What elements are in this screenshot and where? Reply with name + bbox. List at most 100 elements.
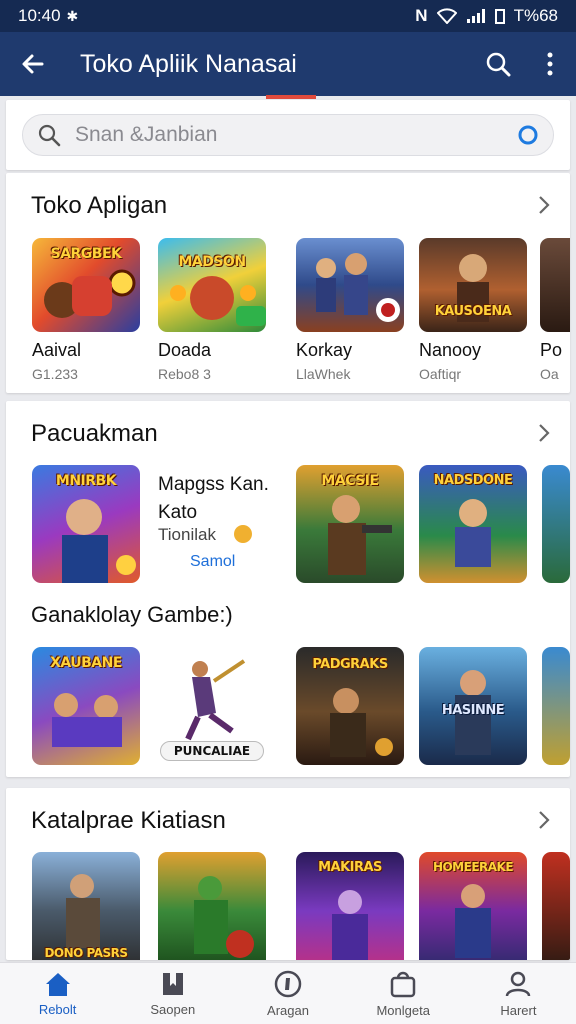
section-subtitle: Ganaklolay Gambe:) (31, 602, 233, 627)
more-options-button[interactable] (524, 32, 576, 96)
search-button[interactable] (472, 32, 524, 96)
app-thumbnail: KAUSOENA (419, 238, 527, 332)
game-art (170, 276, 266, 326)
game-art-title: HOMEERAKE (432, 860, 514, 874)
game-art-title: MNIRBK (55, 473, 117, 489)
app-item[interactable]: HOMEERAKE (419, 852, 527, 960)
app-name: Korkay (296, 340, 353, 360)
arrow-left-icon (22, 54, 44, 74)
home-icon (45, 973, 70, 996)
app-thumbnail: DONO PASRS (32, 852, 140, 960)
game-art-title: PUNCALIAE (160, 741, 264, 761)
section-title: Toko Apligan (31, 192, 168, 219)
battery-icon (494, 8, 505, 24)
game-art-title: SARGBEK (50, 246, 122, 262)
search-bar[interactable] (22, 114, 554, 156)
featured-subtitle: Tionilak (158, 525, 216, 544)
app-subtitle: Oaftiqr (419, 366, 462, 382)
chevron-right-icon[interactable] (532, 808, 556, 832)
app-item[interactable] (158, 852, 266, 960)
search-input[interactable] (61, 123, 517, 147)
app-item[interactable]: Korkay LlaWhek (296, 238, 404, 382)
app-thumbnail (296, 238, 404, 332)
page-title: Toko Apliik Nanasai (80, 49, 297, 78)
app-item[interactable]: MAKIRAS (296, 852, 404, 960)
game-art-title: DONO PASRS (44, 946, 128, 960)
nav-label: Harert (500, 1003, 537, 1018)
app-item[interactable]: MADSON Doada Rebo8 3 (158, 238, 266, 382)
app-name: Doada (158, 340, 212, 360)
app-bar: Toko Apliik Nanasai (0, 32, 576, 99)
app-thumbnail: HASINNE (419, 647, 527, 765)
app-thumbnail[interactable] (542, 647, 570, 765)
app-thumbnail: SARGBEK (32, 238, 140, 332)
wifi-icon (436, 8, 457, 24)
app-item[interactable]: SARGBEK Aaival G1.233 (32, 238, 140, 382)
app-thumbnail[interactable] (542, 465, 570, 583)
app-subtitle: LlaWhek (296, 366, 351, 382)
tab-indicator (266, 95, 316, 99)
app-name: Po (540, 340, 563, 360)
search-container (6, 100, 570, 170)
section-card: Toko Apligan SARGBEK Aaival G1.233 MADSO… (6, 173, 570, 393)
app-thumbnail: MACSIE (296, 465, 404, 583)
app-item[interactable]: NADSDONE (419, 465, 527, 583)
nav-label: Monlgeta (376, 1003, 430, 1018)
app-item[interactable]: XAUBANE (32, 647, 140, 765)
chevron-right-icon[interactable] (532, 421, 556, 445)
badge-icon (234, 525, 252, 543)
game-art (66, 874, 100, 948)
app-thumbnail: HOMEERAKE (419, 852, 527, 960)
app-thumbnail: PADGRAKS (296, 647, 404, 765)
app-thumbnail (540, 238, 570, 332)
app-thumbnail: MNIRBK (32, 465, 140, 583)
app-name: Nanooy (419, 340, 482, 360)
person-icon (506, 971, 531, 997)
app-item[interactable]: DONO PASRS (32, 852, 140, 960)
nav-item-profile[interactable]: Harert (461, 963, 576, 1024)
search-icon (38, 124, 61, 147)
app-item[interactable]: PADGRAKS (296, 647, 404, 765)
nav-item-home[interactable]: Rebolt (0, 963, 115, 1024)
app-item[interactable]: KAUSOENA Nanooy Oaftiqr (419, 238, 527, 382)
app-item[interactable]: MACSIE (296, 465, 404, 583)
back-button[interactable] (0, 32, 66, 96)
nfc-icon: N (415, 6, 428, 25)
app-thumbnail[interactable] (542, 852, 570, 960)
section-title: Katalprae Kiatiasn (31, 807, 226, 834)
app-subtitle: G1.233 (32, 366, 78, 382)
nav-item-explore[interactable]: Aragan (230, 963, 345, 1024)
nav-item-saved[interactable]: Saopen (115, 963, 230, 1024)
app-thumbnail (158, 852, 266, 960)
app-subtitle: Oa (540, 366, 559, 382)
game-art-title: KAUSOENA (434, 304, 512, 319)
app-thumbnail: PUNCALIAE (158, 647, 266, 765)
chevron-right-icon[interactable] (532, 193, 556, 217)
more-vert-icon (547, 52, 553, 76)
nav-label: Saopen (150, 1002, 196, 1017)
nav-item-shop[interactable]: Monlgeta (346, 963, 461, 1024)
compass-icon (274, 970, 302, 998)
search-icon (486, 52, 511, 77)
game-art (316, 253, 400, 322)
status-time: 10:40 (18, 6, 61, 25)
status-bar: 10:40 ✱ N T%68 (0, 0, 576, 32)
app-thumbnail: NADSDONE (419, 465, 527, 583)
app-item[interactable]: Po Oa (540, 238, 570, 382)
section-title: Pacuakman (31, 420, 158, 447)
game-art-title: MAKIRAS (318, 860, 382, 875)
refresh-icon[interactable] (517, 124, 539, 146)
section-card: Pacuakman MNIRBK Mapgss Kan. Kato Tionil… (6, 401, 570, 777)
app-item[interactable]: HASINNE (419, 647, 527, 765)
game-art-title: HASINNE (441, 703, 505, 718)
featured-link[interactable]: Samol (190, 553, 235, 571)
app-thumbnail: XAUBANE (32, 647, 140, 765)
nav-label: Rebolt (38, 1002, 77, 1017)
battery-text: T%68 (513, 6, 558, 25)
app-thumbnail: MAKIRAS (296, 852, 404, 960)
bottom-navigation: Rebolt Saopen Aragan Monlgeta Harert (0, 962, 576, 1024)
featured-app[interactable]: MNIRBK (32, 465, 140, 583)
app-item[interactable]: PUNCALIAE (158, 647, 266, 765)
bluetooth-icon: ✱ (66, 7, 79, 24)
bag-icon (390, 971, 416, 998)
